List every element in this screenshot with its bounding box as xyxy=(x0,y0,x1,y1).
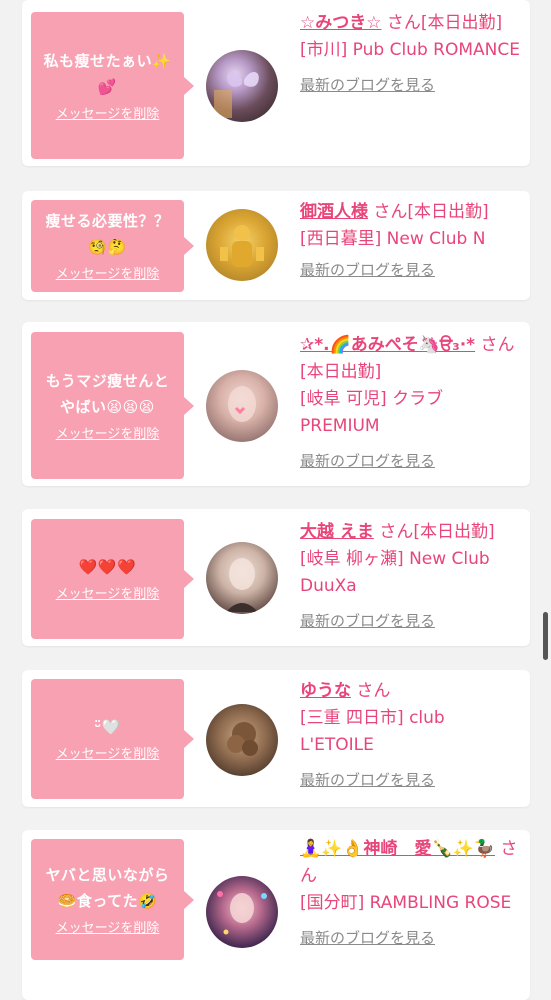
shop-name: [国分町] RAMBLING ROSE xyxy=(300,893,512,913)
message-bubble: 私も痩せたぁい✨💕 メッセージを削除 xyxy=(31,12,194,159)
latest-blog-link[interactable]: 最新のブログを見る xyxy=(300,257,435,284)
message-bubble: ヤバと思いながら🥯食ってた🤣 メッセージを削除 xyxy=(31,839,194,960)
list-item: もうマジ痩せんとやばい😫😫😫 メッセージを削除 ✰*.🌈あみぺそ🦄ੳ₃·* さん… xyxy=(22,322,530,486)
cast-status: さん[本日出勤] xyxy=(379,522,495,542)
message-text: ᵕ̈🤍 xyxy=(94,718,121,736)
avatar[interactable] xyxy=(206,209,278,281)
latest-blog-link[interactable]: 最新のブログを見る xyxy=(300,925,435,952)
latest-blog-link[interactable]: 最新のブログを見る xyxy=(300,72,435,99)
cast-info: 🧘‍♀️✨👌神崎 愛🍾✨🦆 さん [国分町] RAMBLING ROSE 最新の… xyxy=(300,836,520,952)
delete-message-link[interactable]: メッセージを削除 xyxy=(56,920,160,938)
cast-info: ✰*.🌈あみぺそ🦄ੳ₃·* さん[本日出勤] [岐阜 可児] クラブ PREMI… xyxy=(300,332,520,475)
avatar[interactable] xyxy=(206,542,278,614)
delete-message-link[interactable]: メッセージを削除 xyxy=(56,106,160,124)
cast-name-link[interactable]: 🧘‍♀️✨👌神崎 愛🍾✨🦆 xyxy=(300,839,495,859)
avatar[interactable] xyxy=(206,704,278,776)
shop-name: [岐阜 柳ヶ瀬] New Club DuuXa xyxy=(300,549,490,596)
message-bubble: ❤️❤️❤️ メッセージを削除 xyxy=(31,519,194,639)
hair-icon xyxy=(227,722,258,756)
delete-message-link[interactable]: メッセージを削除 xyxy=(56,266,160,284)
butterfly-icon xyxy=(214,71,259,118)
cast-name-link[interactable]: ✰*.🌈あみぺそ🦄ੳ₃·* xyxy=(300,335,475,355)
scrollbar[interactable] xyxy=(543,612,548,660)
cast-name-link[interactable]: ゆうな xyxy=(300,681,351,701)
cast-status: さん xyxy=(356,681,391,701)
list-item: ᵕ̈🤍 メッセージを削除 ゆうな さん [三重 四日市] club L'ETOI… xyxy=(22,670,530,807)
message-text: ヤバと思いながら🥯食ってた🤣 xyxy=(45,865,170,910)
cast-info: ☆みつき☆ さん[本日出勤] [市川] Pub Club ROMANCE 最新の… xyxy=(300,10,520,99)
avatar[interactable] xyxy=(206,50,278,122)
shop-name: [市川] Pub Club ROMANCE xyxy=(300,40,520,60)
latest-blog-link[interactable]: 最新のブログを見る xyxy=(300,767,435,794)
cast-info: 御酒人様 さん[本日出勤] [西日暮里] New Club N 最新のブログを見… xyxy=(300,199,520,284)
message-bubble: 痩せる必要性？？🧐🤔 メッセージを削除 xyxy=(31,200,194,292)
message-text: 痩せる必要性？？🧐🤔 xyxy=(45,212,170,256)
statue-icon xyxy=(220,225,264,267)
cast-name-link[interactable]: ☆みつき☆ xyxy=(300,13,381,33)
cast-status: さん[本日出勤] xyxy=(386,13,503,33)
portrait-icon xyxy=(226,558,258,612)
cast-status: さん[本日出勤] xyxy=(373,202,489,222)
message-text: ❤️❤️❤️ xyxy=(78,558,137,576)
avatar[interactable] xyxy=(206,876,278,948)
portrait-icon xyxy=(228,386,256,422)
cast-name-link[interactable]: 御酒人様 xyxy=(300,202,368,222)
cast-info: 大越 えま さん[本日出勤] [岐阜 柳ヶ瀬] New Club DuuXa 最… xyxy=(300,519,520,635)
delete-message-link[interactable]: メッセージを削除 xyxy=(56,746,160,764)
delete-message-link[interactable]: メッセージを削除 xyxy=(56,586,160,604)
shop-name: [三重 四日市] club L'ETOILE xyxy=(300,708,445,755)
latest-blog-link[interactable]: 最新のブログを見る xyxy=(300,448,435,475)
shop-name: [岐阜 可児] クラブ PREMIUM xyxy=(300,389,444,436)
message-text: 私も痩せたぁい✨💕 xyxy=(43,51,172,96)
list-item: ❤️❤️❤️ メッセージを削除 大越 えま さん[本日出勤] [岐阜 柳ヶ瀬] … xyxy=(22,509,530,646)
shop-name: [西日暮里] New Club N xyxy=(300,229,486,249)
list-item: 私も痩せたぁい✨💕 メッセージを削除 ☆みつき☆ さん[本日出勤] [市川] P… xyxy=(22,0,530,166)
message-bubble: ᵕ̈🤍 メッセージを削除 xyxy=(31,679,194,799)
message-text: もうマジ痩せんとやばい😫😫😫 xyxy=(45,371,170,416)
message-bubble: もうマジ痩せんとやばい😫😫😫 メッセージを削除 xyxy=(31,332,194,479)
cast-name-link[interactable]: 大越 えま xyxy=(300,522,374,542)
latest-blog-link[interactable]: 最新のブログを見る xyxy=(300,608,435,635)
portrait-icon xyxy=(217,891,267,935)
list-item: 痩せる必要性？？🧐🤔 メッセージを削除 御酒人様 さん[本日出勤] [西日暮里]… xyxy=(22,191,530,300)
avatar[interactable] xyxy=(206,370,278,442)
cast-info: ゆうな さん [三重 四日市] club L'ETOILE 最新のブログを見る xyxy=(300,678,520,794)
delete-message-link[interactable]: メッセージを削除 xyxy=(56,426,160,444)
list-item: ヤバと思いながら🥯食ってた🤣 メッセージを削除 🧘‍♀️✨👌神崎 愛🍾✨🦆 さん… xyxy=(22,830,530,1000)
